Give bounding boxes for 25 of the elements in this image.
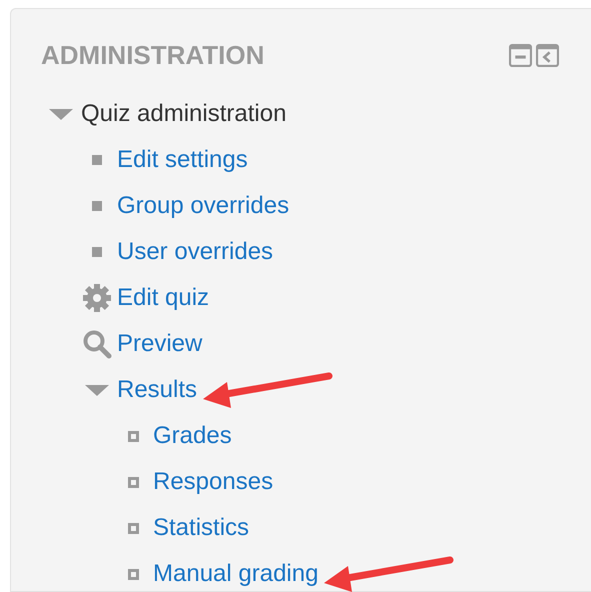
gear-icon: [82, 283, 112, 313]
menu-link[interactable]: Statistics: [153, 514, 250, 542]
menu-link[interactable]: Manual grading: [153, 560, 318, 588]
dock-icon[interactable]: [536, 44, 559, 66]
minimize-icon[interactable]: [509, 44, 532, 66]
square-bullet-icon: [128, 476, 138, 488]
menu-link[interactable]: Preview: [117, 330, 202, 358]
bullet-icon: [92, 247, 102, 257]
menu-link[interactable]: Group overrides: [117, 192, 290, 220]
bullet-icon: [92, 201, 102, 211]
expanded-triangle-icon[interactable]: [49, 107, 73, 121]
square-bullet-icon: [128, 522, 138, 534]
menu-link[interactable]: Grades: [153, 422, 232, 450]
search-icon: [82, 329, 112, 359]
square-bullet-icon: [128, 430, 138, 442]
menu-link[interactable]: Results: [117, 376, 198, 404]
tree-branch-label[interactable]: Quiz administration: [81, 100, 286, 128]
menu-link[interactable]: Responses: [153, 468, 274, 496]
block-title: ADMINISTRATION: [41, 40, 264, 70]
square-bullet-icon: [128, 568, 138, 580]
bullet-icon: [92, 155, 102, 165]
menu-link[interactable]: User overrides: [117, 238, 274, 266]
menu-link[interactable]: Edit quiz: [117, 284, 210, 312]
expanded-triangle-icon[interactable]: [85, 383, 109, 397]
menu-link[interactable]: Edit settings: [117, 146, 248, 174]
